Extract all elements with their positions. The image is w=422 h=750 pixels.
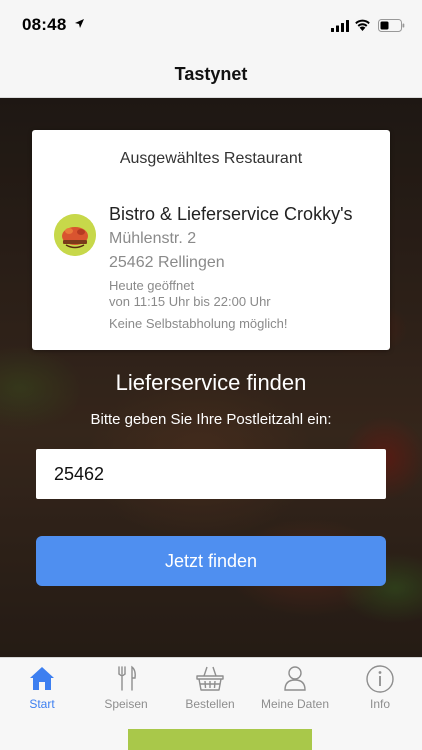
info-icon <box>366 665 394 693</box>
tab-label: Start <box>29 697 55 711</box>
find-button[interactable]: Jetzt finden <box>36 536 386 586</box>
tab-bar: Start Speisen Bestellen Meine Daten Info <box>0 657 422 721</box>
tab-label: Info <box>369 697 390 711</box>
cellular-signal-icon <box>331 20 349 32</box>
tab-start[interactable]: Start <box>0 658 84 722</box>
tab-label: Speisen <box>104 697 148 711</box>
finder-title: Lieferservice finden <box>115 370 307 395</box>
cutlery-icon <box>118 665 136 691</box>
restaurant-street: Mühlenstr. 2 <box>109 230 197 247</box>
home-icon <box>30 667 54 690</box>
postal-code-input[interactable] <box>36 449 386 499</box>
restaurant-name: Bistro & Lieferservice Crokky's <box>109 204 353 224</box>
tab-label: Meine Daten <box>260 697 330 711</box>
status-bar: 08:48 <box>0 0 422 52</box>
status-time: 08:48 <box>22 15 67 34</box>
bottom-area <box>0 721 422 750</box>
opening-status: Heute geöffnet <box>109 278 195 293</box>
selected-restaurant-card[interactable]: Ausgewähltes Restaurant Bistro & Liefers… <box>32 130 390 350</box>
tab-label: Bestellen <box>185 697 235 711</box>
tab-meine-daten[interactable]: Meine Daten <box>252 658 338 722</box>
wifi-icon <box>355 19 370 31</box>
location-arrow-icon <box>75 19 84 28</box>
restaurant-city: 25462 Rellingen <box>109 254 225 271</box>
basket-icon <box>196 666 224 691</box>
opening-hours: von 11:15 Uhr bis 22:00 Uhr <box>109 294 271 309</box>
tab-info[interactable]: Info <box>338 658 422 722</box>
hero-background: Ausgewähltes Restaurant Bistro & Liefers… <box>0 98 422 657</box>
card-heading: Ausgewähltes Restaurant <box>119 150 303 167</box>
tab-speisen[interactable]: Speisen <box>84 658 168 722</box>
navigation-bar: Tastynet <box>0 52 422 98</box>
finder-subtitle: Bitte geben Sie Ihre Postleitzahl ein: <box>90 411 332 428</box>
user-icon <box>284 666 306 691</box>
pickup-notice: Keine Selbstabholung möglich! <box>109 316 288 331</box>
battery-icon <box>378 19 405 32</box>
restaurant-logo <box>54 214 96 256</box>
ad-banner[interactable] <box>128 729 312 750</box>
page-title: Tastynet <box>174 64 248 84</box>
tab-bestellen[interactable]: Bestellen <box>168 658 252 722</box>
